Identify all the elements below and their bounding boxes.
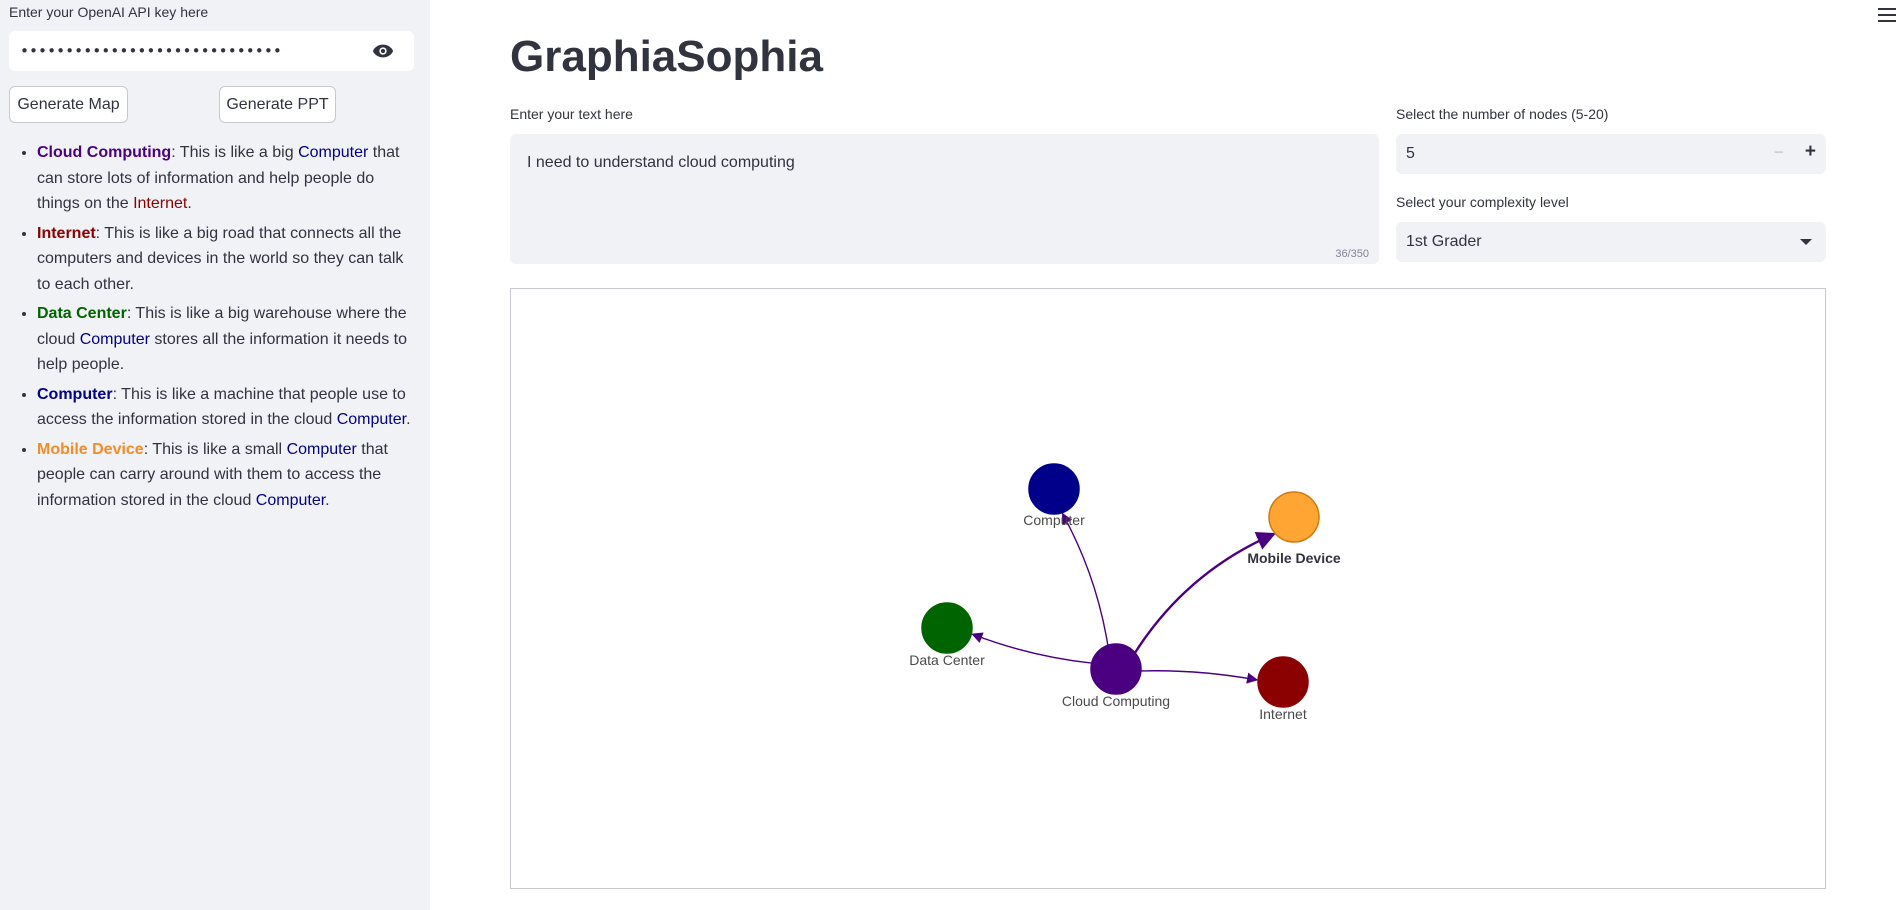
definition-text: . — [406, 411, 411, 428]
definition-ref: Internet — [133, 195, 188, 212]
definition-text: . — [325, 491, 330, 509]
text-input-label: Enter your text here — [510, 106, 633, 122]
api-key-value: ••••••••••••••••••••••••••••••••••••••••… — [20, 42, 280, 60]
list-item: Internet: This is like a big road that c… — [37, 221, 414, 298]
definition-text: : This is like a big — [171, 144, 299, 161]
graph-node-comp[interactable] — [1028, 463, 1080, 515]
char-counter: 36/350 — [1335, 248, 1369, 260]
complexity-label: Select your complexity level — [1396, 194, 1569, 210]
definition-ref: Computer — [255, 491, 326, 509]
graph-edge — [1140, 670, 1259, 684]
graph-edge — [971, 632, 1092, 664]
api-key-label: Enter your OpenAI API key here — [9, 4, 209, 20]
sidebar: Enter your OpenAI API key here •••••••••… — [0, 0, 430, 910]
decrement-button[interactable]: − — [1773, 142, 1784, 163]
graph-node-label: Data Center — [909, 652, 985, 668]
complexity-select[interactable]: 1st Grader — [1396, 222, 1826, 262]
list-item: Cloud Computing: This is like a big Comp… — [37, 140, 414, 217]
graph-edge — [1061, 512, 1109, 646]
definition-text: : This is like a small — [143, 440, 287, 458]
graph-node-mob[interactable] — [1268, 491, 1320, 543]
eye-icon[interactable] — [372, 43, 394, 59]
text-input[interactable]: I need to understand cloud computing 36/… — [510, 134, 1379, 264]
graph-node-label: Computer — [1023, 512, 1085, 528]
list-item: Computer: This is like a machine that pe… — [37, 382, 414, 433]
term-mobile-device: Mobile Device — [37, 440, 144, 458]
nodes-label: Select the number of nodes (5-20) — [1396, 106, 1609, 122]
graph-node-cc[interactable] — [1090, 643, 1142, 695]
generate-map-button[interactable]: Generate Map — [9, 86, 128, 123]
text-input-value: I need to understand cloud computing — [527, 154, 795, 171]
nodes-number-input[interactable]: 5 − + — [1396, 134, 1826, 174]
list-item: Data Center: This is like a big warehous… — [37, 301, 414, 378]
chevron-down-icon — [1800, 239, 1812, 245]
graph-node-label: Internet — [1259, 706, 1307, 722]
graph-node-dc[interactable] — [921, 602, 973, 654]
term-internet: Internet — [37, 224, 96, 242]
definition-ref: Computer — [79, 330, 150, 348]
page-title: GraphiaSophia — [510, 32, 823, 81]
definition-ref: Computer — [336, 411, 407, 428]
generate-ppt-button[interactable]: Generate PPT — [219, 86, 336, 123]
definition-ref: Computer — [298, 144, 369, 161]
definition-ref: Computer — [286, 440, 357, 458]
graph-node-label: Mobile Device — [1247, 550, 1341, 566]
concept-map-canvas: Cloud Computing Computer Mobile Device Data… — [909, 463, 1341, 722]
term-data-center: Data Center — [37, 305, 127, 322]
complexity-value: 1st Grader — [1406, 233, 1482, 250]
graph-node-inet[interactable] — [1257, 656, 1309, 708]
list-item: Mobile Device: This is like a small Comp… — [37, 437, 414, 514]
hamburger-menu-icon[interactable] — [1878, 8, 1896, 22]
increment-button[interactable]: + — [1805, 141, 1816, 163]
definitions-list: Cloud Computing: This is like a big Comp… — [9, 140, 414, 517]
api-key-input[interactable]: ••••••••••••••••••••••••••••••••••••••••… — [9, 31, 414, 71]
term-computer: Computer — [37, 385, 113, 403]
graph-node-label: Cloud Computing — [1062, 693, 1170, 709]
definition-text: . — [187, 195, 192, 212]
term-cloud-computing: Cloud Computing — [37, 144, 172, 161]
nodes-value: 5 — [1406, 145, 1415, 162]
concept-map[interactable]: Cloud Computing Computer Mobile Device Data… — [510, 288, 1826, 889]
